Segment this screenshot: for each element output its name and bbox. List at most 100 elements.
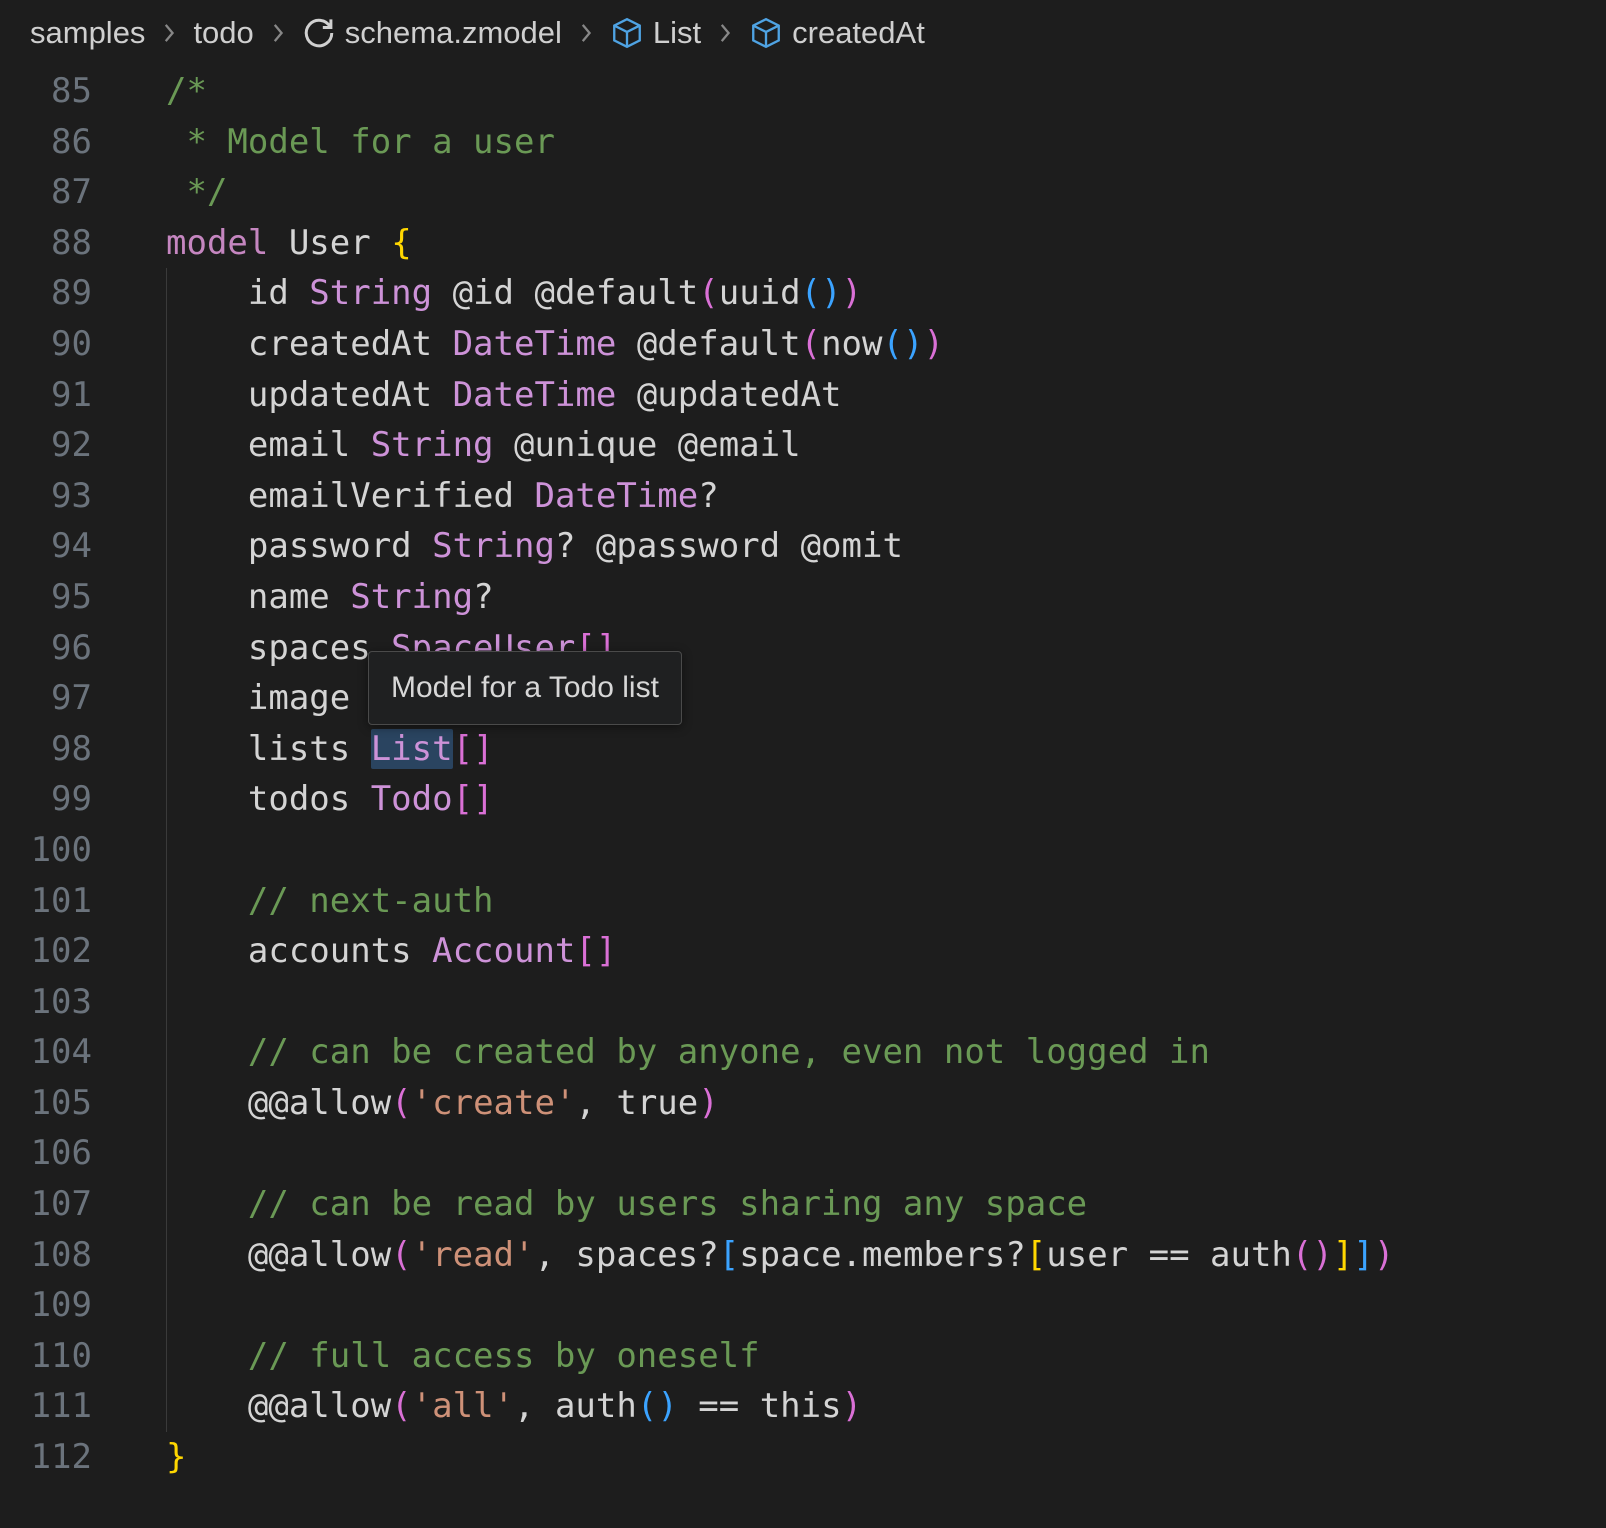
code-token: // can be read by users sharing any spac… (166, 1184, 1087, 1224)
code-token: @default (616, 324, 800, 364)
line-number[interactable]: 93 (0, 471, 92, 522)
line-number[interactable]: 112 (0, 1432, 92, 1483)
line-number[interactable]: 102 (0, 926, 92, 977)
code-token: { (391, 223, 411, 263)
code-line[interactable]: 100 (0, 825, 1606, 876)
chevron-right-icon (573, 20, 599, 46)
line-content: name String? (92, 572, 494, 623)
breadcrumb-item-symbol-list[interactable]: List (610, 15, 701, 51)
breadcrumb-label: createdAt (792, 15, 925, 51)
code-token: ) (903, 324, 923, 364)
code-line[interactable]: 106 (0, 1128, 1606, 1179)
code-line[interactable]: 99 todos Todo[] (0, 774, 1606, 825)
breadcrumb-item-todo[interactable]: todo (193, 15, 253, 51)
line-number[interactable]: 86 (0, 117, 92, 168)
code-line[interactable]: 88model User { (0, 218, 1606, 269)
breadcrumb-item-symbol-createdat[interactable]: createdAt (749, 15, 925, 51)
code-line[interactable]: 93 emailVerified DateTime? (0, 471, 1606, 522)
code-line[interactable]: 102 accounts Account[] (0, 926, 1606, 977)
code-line[interactable]: 87 */ (0, 167, 1606, 218)
code-token: ) (923, 324, 943, 364)
code-line[interactable]: 94 password String? @password @omit (0, 521, 1606, 572)
breadcrumb: samples todo schema.zmodel List (0, 0, 1606, 66)
breadcrumb-item-samples[interactable]: samples (30, 15, 145, 51)
code-token: ) (821, 273, 841, 313)
code-token: String (350, 577, 473, 617)
code-line[interactable]: 101 // next-auth (0, 876, 1606, 927)
code-editor[interactable]: 85/*86 * Model for a user87 */88model Us… (0, 66, 1606, 1483)
code-line[interactable]: 97 image (0, 673, 1606, 724)
chevron-right-icon (265, 20, 291, 46)
line-number[interactable]: 96 (0, 623, 92, 674)
code-token: ) (1374, 1235, 1394, 1275)
code-line[interactable]: 85/* (0, 66, 1606, 117)
line-number[interactable]: 88 (0, 218, 92, 269)
code-line[interactable]: 86 * Model for a user (0, 117, 1606, 168)
breadcrumb-label: samples (30, 15, 145, 51)
sync-icon (302, 16, 336, 50)
line-number[interactable]: 90 (0, 319, 92, 370)
line-number[interactable]: 87 (0, 167, 92, 218)
code-line[interactable]: 105 @@allow('create', true) (0, 1078, 1606, 1129)
line-number[interactable]: 85 (0, 66, 92, 117)
code-token: image (166, 678, 350, 718)
line-number[interactable]: 98 (0, 724, 92, 775)
line-content: id String @id @default(uuid()) (92, 268, 862, 319)
code-line[interactable]: 109 (0, 1280, 1606, 1331)
code-token: ( (801, 324, 821, 364)
line-number[interactable]: 107 (0, 1179, 92, 1230)
code-token: spaces (166, 628, 391, 668)
line-number[interactable]: 97 (0, 673, 92, 724)
indent-guide (166, 268, 167, 1432)
line-content: accounts Account[] (92, 926, 616, 977)
line-number[interactable]: 89 (0, 268, 92, 319)
code-token: accounts (166, 931, 432, 971)
line-number[interactable]: 91 (0, 370, 92, 421)
code-token: @unique @email (494, 425, 801, 465)
code-token: updatedAt (166, 375, 453, 415)
code-line[interactable]: 98 lists List[] (0, 724, 1606, 775)
line-number[interactable]: 92 (0, 420, 92, 471)
code-token: 'read' (412, 1235, 535, 1275)
line-content: createdAt DateTime @default(now()) (92, 319, 944, 370)
code-line[interactable]: 96 spaces SpaceUser[] (0, 623, 1606, 674)
code-token: ] (1333, 1235, 1353, 1275)
code-token: [] (453, 779, 494, 819)
code-token: ? (473, 577, 493, 617)
line-content: lists List[] (92, 724, 494, 775)
code-line[interactable]: 91 updatedAt DateTime @updatedAt (0, 370, 1606, 421)
line-number[interactable]: 104 (0, 1027, 92, 1078)
line-number[interactable]: 106 (0, 1128, 92, 1179)
code-token: uuid (719, 273, 801, 313)
code-line[interactable]: 103 (0, 977, 1606, 1028)
code-line[interactable]: 108 @@allow('read', spaces?[space.member… (0, 1230, 1606, 1281)
line-content: // next-auth (92, 876, 494, 927)
line-number[interactable]: 103 (0, 977, 92, 1028)
line-number[interactable]: 110 (0, 1331, 92, 1382)
code-line[interactable]: 92 email String @unique @email (0, 420, 1606, 471)
line-number[interactable]: 108 (0, 1230, 92, 1281)
code-line[interactable]: 89 id String @id @default(uuid()) (0, 268, 1606, 319)
hover-tooltip-text: Model for a Todo list (391, 671, 659, 704)
hover-tooltip: Model for a Todo list (368, 651, 682, 725)
code-line[interactable]: 104 // can be created by anyone, even no… (0, 1027, 1606, 1078)
code-token: ( (882, 324, 902, 364)
code-line[interactable]: 110 // full access by oneself (0, 1331, 1606, 1382)
code-line[interactable]: 95 name String? (0, 572, 1606, 623)
code-line[interactable]: 111 @@allow('all', auth() == this) (0, 1381, 1606, 1432)
breadcrumb-item-file[interactable]: schema.zmodel (302, 15, 562, 51)
line-number[interactable]: 94 (0, 521, 92, 572)
breadcrumb-label: todo (193, 15, 253, 51)
line-number[interactable]: 101 (0, 876, 92, 927)
line-number[interactable]: 105 (0, 1078, 92, 1129)
line-number[interactable]: 109 (0, 1280, 92, 1331)
line-number[interactable]: 100 (0, 825, 92, 876)
code-line[interactable]: 112} (0, 1432, 1606, 1483)
code-line[interactable]: 107 // can be read by users sharing any … (0, 1179, 1606, 1230)
line-number[interactable]: 111 (0, 1381, 92, 1432)
code-token: ( (801, 273, 821, 313)
code-line[interactable]: 90 createdAt DateTime @default(now()) (0, 319, 1606, 370)
code-token: ( (1292, 1235, 1312, 1275)
line-number[interactable]: 99 (0, 774, 92, 825)
line-number[interactable]: 95 (0, 572, 92, 623)
